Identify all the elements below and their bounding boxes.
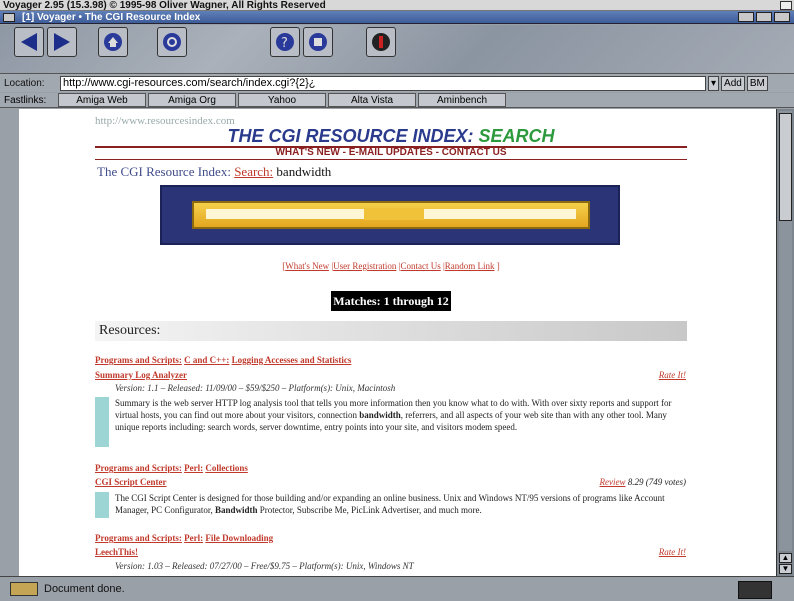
entry-description: Summary is the web server HTTP log analy… <box>115 397 685 433</box>
left-border <box>0 109 19 576</box>
entry-title-link[interactable]: CGI Script Center <box>95 477 167 487</box>
bookmark-button[interactable]: BM <box>746 75 768 91</box>
close-gadget[interactable] <box>3 13 15 22</box>
quick-links: [What's New |User Registration |Contact … <box>282 261 500 271</box>
fastlink-alta-vista[interactable]: Alta Vista <box>328 93 416 107</box>
category-link[interactable]: Programs and Scripts: <box>95 463 182 473</box>
breadcrumb: The CGI Resource Index: Search: bandwidt… <box>97 164 331 180</box>
fastlinks-bar: Fastlinks: Amiga Web Amiga Org Yahoo Alt… <box>0 93 794 108</box>
activity-indicator-icon <box>738 581 772 599</box>
banner-bar-glow <box>364 208 424 220</box>
entry-title-link[interactable]: LeechThis! <box>95 547 138 557</box>
category-link[interactable]: Collections <box>205 463 248 473</box>
scroll-up-icon[interactable]: ▲ <box>779 553 792 563</box>
fastlink-amiga-org[interactable]: Amiga Org <box>148 93 236 107</box>
matches-badge: Matches: 1 through 12 <box>331 291 451 311</box>
user-registration-link[interactable]: User Registration <box>333 261 396 271</box>
location-bar: Location: http://www.cgi-resources.com/s… <box>0 74 794 92</box>
iconify-gadget[interactable] <box>738 12 754 22</box>
page-title-accent: SEARCH <box>478 126 555 146</box>
random-link[interactable]: Random Link <box>445 261 495 271</box>
reload-button[interactable] <box>157 27 187 57</box>
entry-swatch <box>95 397 109 447</box>
document-icon <box>10 582 38 596</box>
home-button[interactable] <box>98 27 128 57</box>
scroll-thumb[interactable] <box>779 113 792 221</box>
page-content: http://www.resourcesindex.com THE CGI RE… <box>19 109 776 576</box>
entry-category: Programs and Scripts: Perl: File Downloa… <box>95 533 273 543</box>
entry-category: Programs and Scripts: Perl: Collections <box>95 463 248 473</box>
search-term: bandwidth <box>276 164 332 179</box>
contact-us-link[interactable]: Contact Us <box>400 261 440 271</box>
dropdown-icon[interactable]: ▾ <box>708 75 720 91</box>
category-link[interactable]: Perl: <box>184 463 203 473</box>
stop-icon <box>372 33 390 51</box>
category-link[interactable]: File Downloading <box>205 533 273 543</box>
status-bar: Document done. <box>0 576 794 601</box>
entry-meta: Version: 1.1 – Released: 11/09/00 – $59/… <box>115 383 396 393</box>
entry-description: The CGI Script Center is designed for th… <box>115 492 685 516</box>
review-rating: Review 8.29 (749 votes) <box>600 477 687 487</box>
add-button[interactable]: Add <box>721 75 745 91</box>
keyword-highlight: Bandwidth <box>215 505 258 515</box>
entry-description-box: The CGI Script Center is designed for th… <box>95 492 687 518</box>
location-label: Location: <box>4 77 45 89</box>
forward-button[interactable] <box>47 27 77 57</box>
url-input[interactable]: http://www.cgi-resources.com/search/inde… <box>60 75 706 91</box>
description-text: Protector, Subscribe Me, PicLink Adverti… <box>257 505 482 515</box>
breadcrumb-home-link[interactable]: The CGI Resource Index: <box>97 164 231 179</box>
entry-description-box: Summary is the web server HTTP log analy… <box>95 397 687 449</box>
scroll-down-icon[interactable]: ▼ <box>779 564 792 574</box>
keyword-highlight: bandwidth <box>359 410 401 420</box>
screen-title: Voyager 2.95 (15.3.98) © 1995-98 Oliver … <box>3 0 326 11</box>
forward-arrow-icon <box>54 33 70 51</box>
resources-heading: Resources: <box>95 321 687 341</box>
vertical-scrollbar[interactable]: ▲ ▼ <box>776 109 794 576</box>
depth-gadget[interactable] <box>774 12 790 22</box>
entry-category: Programs and Scripts: C and C++: Logging… <box>95 355 351 365</box>
window-title: [1] Voyager • The CGI Resource Index <box>22 12 201 23</box>
fastlink-aminbench[interactable]: Aminbench <box>418 93 506 107</box>
svg-text:?: ? <box>281 36 288 51</box>
window-title-bar[interactable]: [1] Voyager • The CGI Resource Index <box>0 11 794 24</box>
toolbar: ? <box>0 25 794 74</box>
search-icon: ? <box>276 33 294 51</box>
entry-title-link[interactable]: Summary Log Analyzer <box>95 370 187 380</box>
reload-icon <box>163 33 181 51</box>
site-nav-links[interactable]: WHAT'S NEW - E-MAIL UPDATES - CONTACT US <box>95 147 687 158</box>
rate-it-link[interactable]: Rate It! <box>659 370 686 380</box>
hotlist-icon <box>309 33 327 51</box>
category-link[interactable]: Programs and Scripts: <box>95 533 182 543</box>
search-button[interactable]: ? <box>270 27 300 57</box>
breadcrumb-search-link[interactable]: Search: <box>234 164 273 179</box>
whats-new-link[interactable]: What's New <box>285 261 329 271</box>
fastlink-amiga-web[interactable]: Amiga Web <box>58 93 146 107</box>
ad-banner[interactable] <box>160 185 620 245</box>
entry-swatch <box>95 492 109 518</box>
divider <box>95 159 687 160</box>
hotlist-button[interactable] <box>303 27 333 57</box>
back-button[interactable] <box>14 27 44 57</box>
status-text: Document done. <box>44 583 125 595</box>
screen-depth-gadget[interactable] <box>780 1 792 10</box>
category-link[interactable]: Perl: <box>184 533 203 543</box>
category-link[interactable]: Logging Accesses and Statistics <box>232 355 352 365</box>
category-link[interactable]: C and C++: <box>184 355 229 365</box>
banner-bar <box>192 201 590 229</box>
rating-text: 8.29 (749 votes) <box>627 477 686 487</box>
home-icon <box>104 33 122 51</box>
rate-it-link[interactable]: Rate It! <box>659 547 686 557</box>
review-link[interactable]: Review <box>600 477 626 487</box>
screen-title-bar: Voyager 2.95 (15.3.98) © 1995-98 Oliver … <box>0 0 794 11</box>
entry-meta: Version: 1.03 – Released: 07/27/00 – Fre… <box>115 561 414 571</box>
fastlink-yahoo[interactable]: Yahoo <box>238 93 326 107</box>
fastlinks-label: Fastlinks: <box>4 94 47 106</box>
back-arrow-icon <box>21 33 37 51</box>
category-link[interactable]: Programs and Scripts: <box>95 355 182 365</box>
stop-button[interactable] <box>366 27 396 57</box>
page-title-main: THE CGI RESOURCE INDEX: <box>227 126 474 146</box>
page-title: THE CGI RESOURCE INDEX: SEARCH <box>95 126 687 147</box>
zoom-gadget[interactable] <box>756 12 772 22</box>
